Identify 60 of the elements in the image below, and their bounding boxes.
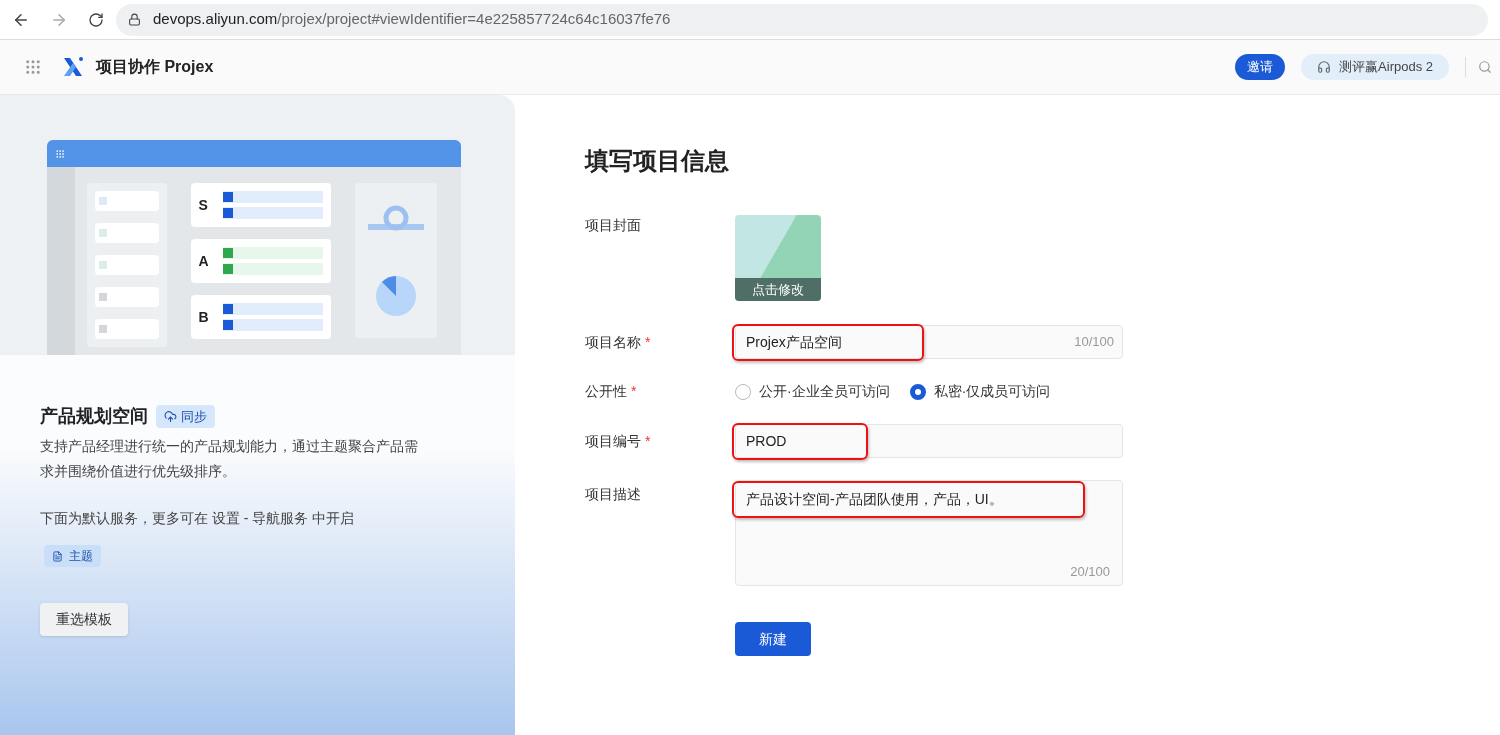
search-icon[interactable] [1478,60,1492,74]
field-value: PROD [746,431,787,451]
logo-icon [62,56,84,78]
field-label: 项目编号 [585,431,641,451]
square-icon [222,208,233,218]
textarea-field[interactable]: 产品设计空间-产品团队使用，产品，UI。 20/100 [735,480,1123,586]
services-note: 下面为默认服务，更多可在 设置 - 导航服务 中开启 [40,509,356,528]
field-label: 项目描述 [585,485,641,504]
app-title: 项目协作 Projex [96,57,214,77]
input-field[interactable]: Projex产品空间 10/100 [735,325,1123,359]
change-cover-label: 点击修改 [735,277,821,301]
service-tag: 主题 [44,545,101,567]
template-name: 产品规划空间 [40,405,148,428]
lock-icon [128,13,141,26]
input-field[interactable]: PROD [735,424,1123,458]
radio-button[interactable] [735,383,751,400]
grid-icon [54,148,65,159]
square-icon [98,229,107,237]
square-icon [98,261,107,269]
required-mark: * [645,431,651,451]
form-title: 填写项目信息 [585,146,730,176]
field-value: 产品设计空间-产品团队使用，产品，UI。 [746,490,1003,509]
document-icon [52,550,63,562]
square-icon [98,293,107,301]
cover-image[interactable]: 点击修改 [735,215,821,301]
field-label: 公开性 [585,382,627,401]
reload-icon[interactable] [88,11,104,28]
required-mark: * [645,332,651,352]
template-description: 支持产品经理进行统一的产品规划能力，通过主题聚合产品需求并围绕价值进行优先级排序。 [40,437,419,481]
reselect-template-button[interactable]: 重选模板 [40,603,128,636]
square-icon [222,264,233,274]
illustration-letter: S [198,195,209,215]
square-icon [222,248,233,258]
field-label: 项目封面 [585,216,642,235]
square-icon [222,304,233,314]
radio-label: 公开·企业全员可访问 [759,382,890,401]
required-mark: * [631,382,637,401]
square-icon [222,320,233,330]
square-icon [98,325,107,333]
invite-button[interactable]: 邀请 [1235,54,1286,80]
headphones-icon [1317,60,1332,74]
radio-button[interactable] [909,383,926,400]
field-value: Projex产品空间 [746,332,842,352]
square-icon [98,197,107,205]
square-icon [222,192,233,202]
radio-label: 私密·仅成员可访问 [933,382,1051,401]
sync-badge: 同步 [156,404,215,429]
promo-text: 测评赢Airpods 2 [1339,58,1433,77]
field-label: 项目名称 [585,332,641,352]
pie-chart-icon [374,275,417,318]
address-bar[interactable]: devops.aliyun.com/projex/project#viewIdentifier=4e225857724c64c16037fe76 [116,3,1488,36]
url-text: devops.aliyun.com/projex/project#viewIdentifier=4e225857724c64c16037fe76 [153,9,671,30]
promo-pill[interactable]: 测评赢Airpods 2 [1301,54,1449,80]
illustration-letter: A [198,251,210,271]
cloud-icon [164,410,177,423]
apps-icon[interactable] [24,58,42,76]
char-counter: 20/100 [1070,562,1111,581]
char-counter: 10/100 [1074,333,1115,352]
illustration-letter: B [198,307,210,327]
create-button[interactable]: 新建 [735,622,811,656]
